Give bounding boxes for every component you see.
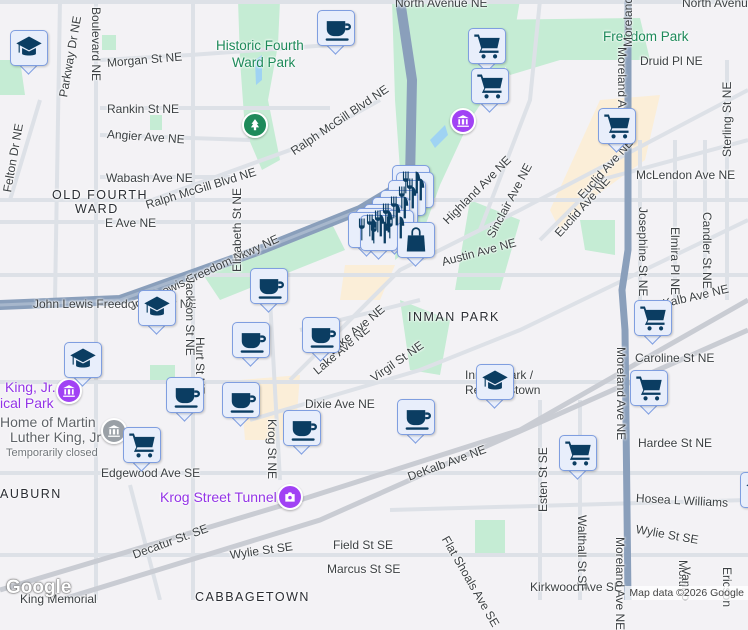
- restaurant-marker[interactable]: [360, 215, 398, 261]
- shopping-cart-icon: [636, 376, 662, 401]
- street-label: Field St SE: [333, 538, 394, 552]
- street-label: Walthall St SE: [575, 515, 589, 592]
- school-icon: [482, 370, 508, 390]
- street-label: Marcus St SE: [327, 562, 401, 576]
- street-label[interactable]: Ward Park: [232, 56, 295, 70]
- street-label: Wabash Ave NE: [106, 171, 193, 185]
- coffee-marker[interactable]: [222, 382, 260, 428]
- school-marker[interactable]: [476, 364, 514, 410]
- street-label: Hardee St NE: [638, 436, 713, 450]
- street-label: Home of Martin: [0, 414, 96, 430]
- street-label[interactable]: Freedom Park: [603, 30, 689, 44]
- school-icon: [746, 484, 748, 487]
- shopping-cart-icon: [129, 433, 155, 458]
- school-icon: [16, 36, 42, 56]
- shopping-bag-icon: [406, 227, 426, 252]
- street-label: North Avenue NE: [682, 0, 748, 10]
- street-label: Josephine St NE: [636, 207, 650, 297]
- street-label: Caroline St NE: [635, 351, 715, 365]
- street-label: OLD FOURTH: [52, 188, 149, 202]
- school-marker[interactable]: [740, 472, 748, 518]
- shopping-cart-marker[interactable]: [559, 435, 597, 481]
- street-label: Moreland Ave NE: [621, 0, 635, 47]
- coffee-marker[interactable]: [397, 399, 435, 445]
- shopping-bag-marker[interactable]: [397, 222, 435, 268]
- street-label: North Avenue NE: [395, 0, 488, 10]
- shopping-cart-marker[interactable]: [634, 300, 672, 346]
- camera-pin[interactable]: [277, 484, 303, 510]
- street-label: Druid Pl NE: [640, 54, 703, 68]
- street-label: Boulevard NE: [89, 7, 103, 82]
- park-pin[interactable]: [242, 112, 268, 138]
- school-icon: [144, 296, 170, 316]
- shopping-cart-marker[interactable]: [471, 68, 509, 114]
- school-marker[interactable]: [138, 290, 176, 336]
- park-icon: [250, 119, 260, 131]
- coffee-icon: [291, 421, 317, 441]
- coffee-icon: [325, 21, 351, 41]
- street-label: Moreland Ave NE: [613, 537, 627, 630]
- coffee-icon: [230, 393, 256, 413]
- street-label: Sterling St NE: [720, 81, 734, 157]
- shopping-cart-icon: [604, 114, 630, 139]
- street-label: Luther King, Jr: [10, 429, 102, 445]
- shopping-cart-icon: [640, 306, 666, 331]
- coffee-icon: [405, 410, 431, 430]
- shopping-cart-marker[interactable]: [123, 427, 161, 473]
- shopping-cart-marker[interactable]: [598, 108, 636, 154]
- street-label: Moreland Ave NE: [614, 347, 628, 441]
- shopping-cart-icon: [477, 74, 503, 99]
- coffee-marker[interactable]: [166, 377, 204, 423]
- shopping-cart-icon: [565, 441, 591, 466]
- coffee-marker[interactable]: [317, 10, 355, 56]
- museum-closed-icon: [108, 425, 120, 437]
- coffee-icon: [310, 328, 336, 348]
- street-label: Dixie Ave NE: [305, 397, 375, 411]
- street-label: Esten St SE: [536, 447, 550, 512]
- coffee-icon: [240, 333, 266, 353]
- school-marker[interactable]: [10, 30, 48, 76]
- camera-icon: [285, 492, 295, 502]
- street-label: Candler St NE: [700, 212, 714, 289]
- street-label[interactable]: Historic Fourth: [216, 39, 304, 53]
- coffee-marker[interactable]: [302, 317, 340, 363]
- street-label: Elmira Pl NE: [668, 227, 682, 296]
- street-label[interactable]: ical Park: [0, 396, 54, 410]
- coffee-icon: [174, 388, 200, 408]
- street-label[interactable]: King, Jr.: [5, 380, 56, 394]
- street-label: AUBURN: [0, 487, 62, 501]
- street-label: Elizabeth St NE: [230, 187, 244, 272]
- school-icon: [70, 348, 96, 368]
- street-label: WARD: [75, 202, 119, 216]
- coffee-icon: [258, 279, 284, 299]
- street-label: McLendon Ave NE: [636, 168, 736, 182]
- map-attribution[interactable]: Map data ©2026 Google: [625, 586, 748, 600]
- coffee-marker[interactable]: [250, 268, 288, 314]
- street-label[interactable]: Krog Street Tunnel: [160, 490, 277, 504]
- google-logo: Google: [6, 577, 72, 598]
- school-marker[interactable]: [64, 342, 102, 388]
- shopping-cart-icon: [474, 34, 500, 59]
- street-label: Temporarily closed: [6, 447, 98, 459]
- restaurant-icon: [370, 221, 389, 244]
- shopping-cart-marker[interactable]: [630, 370, 668, 416]
- street-label: E Ave NE: [105, 216, 157, 230]
- street-label: Krog St NE: [265, 419, 279, 480]
- street-label: INMAN PARK: [408, 310, 500, 324]
- street-label: CABBAGETOWN: [195, 590, 310, 604]
- street-label: Rankin St NE: [107, 102, 180, 116]
- museum-icon: [457, 115, 469, 127]
- coffee-marker[interactable]: [232, 322, 270, 368]
- coffee-marker[interactable]: [283, 410, 321, 456]
